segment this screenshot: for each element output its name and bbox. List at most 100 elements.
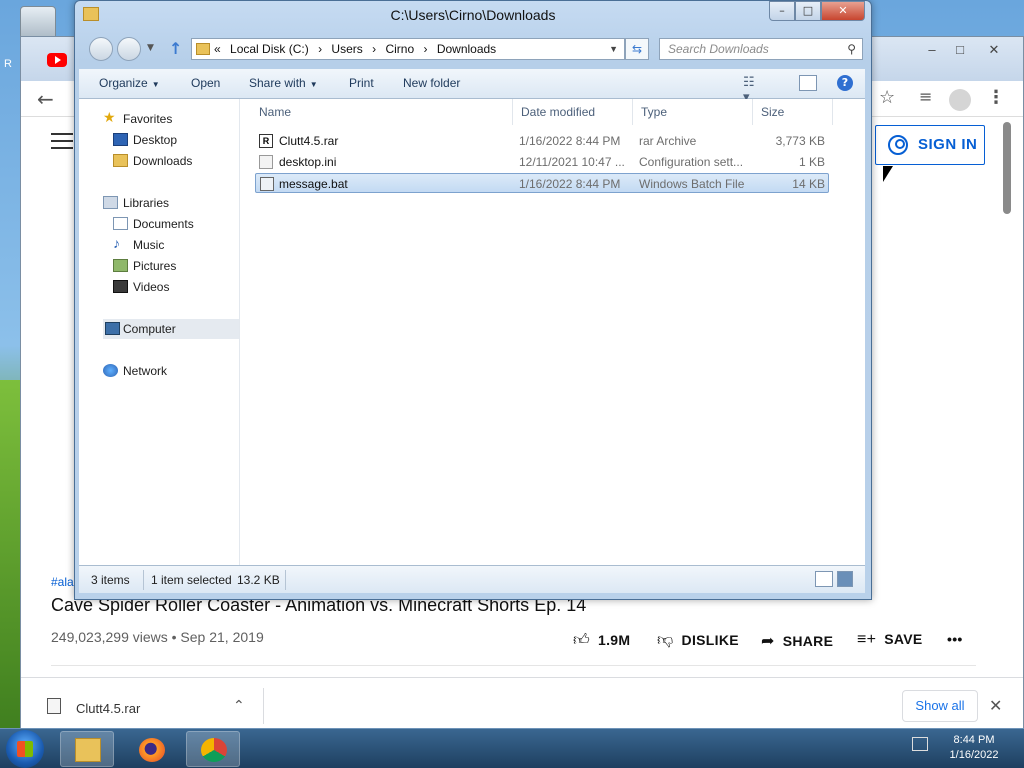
start-button[interactable] [6, 730, 44, 768]
breadcrumb: « Local Disk (C:) › Users › Cirno › Down… [214, 39, 502, 59]
star-icon: ★ [103, 109, 116, 125]
minimize-button[interactable]: – [919, 41, 945, 59]
clock[interactable]: 8:44 PM 1/16/2022 [930, 733, 1018, 763]
breadcrumb-separator[interactable]: › [318, 42, 322, 56]
file-row[interactable]: desktop.ini 12/11/2021 10:47 ... Configu… [255, 152, 829, 172]
taskbar-firefox[interactable] [124, 731, 178, 767]
recycle-bin-icon[interactable] [20, 6, 56, 40]
organize-button[interactable]: Organize ▼ [99, 76, 160, 90]
sign-in-button[interactable]: SIGN IN [875, 125, 985, 165]
like-button[interactable]: 👍︎ 1.9M [573, 631, 630, 650]
share-with-button[interactable]: Share with ▼ [249, 76, 318, 90]
minimize-button[interactable]: – [769, 1, 795, 21]
search-input[interactable]: Search Downloads ⚲ [659, 38, 863, 60]
column-header-name[interactable]: Name [251, 99, 513, 125]
nav-favorites[interactable]: ★ Favorites [103, 109, 173, 126]
taskbar-explorer[interactable] [60, 731, 114, 767]
nav-desktop[interactable]: Desktop [113, 133, 177, 147]
breadcrumb-separator[interactable]: › [372, 42, 376, 56]
download-file-name[interactable]: Clutt4.5.rar [76, 701, 140, 716]
recent-pages-dropdown-icon[interactable]: ▼ [147, 43, 154, 53]
open-button[interactable]: Open [191, 76, 220, 90]
nav-favorites-label: Favorites [123, 112, 173, 126]
close-button[interactable]: ✕ [821, 1, 865, 21]
like-count: 1.9M [598, 632, 631, 648]
column-header-date[interactable]: Date modified [513, 99, 633, 125]
address-bar[interactable]: « Local Disk (C:) › Users › Cirno › Down… [191, 38, 625, 60]
refresh-icon[interactable]: ⇆ [625, 38, 649, 60]
save-button[interactable]: ≡+ SAVE [857, 631, 923, 649]
command-bar: Organize ▼ Open Share with ▼ Print New fol… [79, 69, 865, 105]
nav-pictures-label: Pictures [133, 259, 177, 273]
selection-size: 13.2 KB [237, 573, 280, 587]
chrome-menu-icon[interactable]: ⋮ [987, 87, 1005, 108]
video-hashtag[interactable]: #ala [51, 575, 74, 589]
nav-network-label: Network [123, 364, 168, 378]
libraries-icon [103, 196, 118, 209]
column-header-type[interactable]: Type [633, 99, 753, 125]
back-arrow-icon[interactable]: ← [37, 87, 54, 111]
breadcrumb-users[interactable]: Users [331, 42, 362, 56]
nav-computer-label: Computer [123, 322, 176, 336]
chevron-down-icon[interactable]: ▼ [609, 39, 618, 59]
rar-archive-icon: R [259, 134, 273, 148]
file-row[interactable]: R Clutt4.5.rar 1/16/2022 8:44 PM rar Arc… [255, 131, 829, 151]
breadcrumb-downloads[interactable]: Downloads [437, 42, 496, 56]
print-button[interactable]: Print [349, 76, 374, 90]
help-icon[interactable]: ? [837, 75, 853, 91]
maximize-button[interactable]: □ [947, 41, 973, 59]
youtube-favicon-icon[interactable] [47, 53, 67, 67]
nav-pictures[interactable]: Pictures [113, 259, 177, 273]
nav-documents[interactable]: Documents [113, 217, 194, 231]
breadcrumb-local-disk[interactable]: Local Disk (C:) [230, 42, 309, 56]
breadcrumb-cirno[interactable]: Cirno [385, 42, 414, 56]
page-scrollbar[interactable] [1003, 122, 1011, 214]
large-icons-view-icon[interactable] [837, 571, 853, 587]
divider [263, 688, 264, 724]
close-button[interactable]: ✕ [981, 41, 1007, 59]
search-placeholder: Search Downloads [668, 42, 769, 56]
file-type: Windows Batch File [639, 177, 745, 191]
thumbs-down-icon: 👎︎ [657, 632, 674, 649]
forward-button[interactable] [117, 37, 141, 61]
media-list-icon[interactable]: ≡ [919, 87, 932, 106]
new-folder-button[interactable]: New folder [403, 76, 460, 90]
file-date: 1/16/2022 8:44 PM [519, 134, 621, 148]
view-options-icon[interactable]: ☷ ▾ [743, 75, 761, 105]
bookmark-star-icon[interactable]: ☆ [879, 87, 895, 108]
clock-date: 1/16/2022 [949, 749, 999, 761]
column-header-size[interactable]: Size [753, 99, 833, 125]
nav-libraries[interactable]: Libraries [103, 196, 169, 210]
back-button[interactable] [89, 37, 113, 61]
dislike-label: DISLIKE [681, 632, 739, 648]
nav-videos[interactable]: Videos [113, 280, 169, 294]
network-tray-icon[interactable] [912, 737, 928, 751]
breadcrumb-separator[interactable]: › [423, 42, 427, 56]
taskbar-chrome[interactable] [186, 731, 240, 767]
breadcrumb-overflow[interactable]: « [214, 42, 221, 56]
maximize-button[interactable]: □ [795, 1, 821, 21]
profile-avatar[interactable] [949, 89, 971, 111]
show-all-button[interactable]: Show all [902, 690, 978, 722]
downloads-folder-icon [113, 154, 128, 167]
up-arrow-icon[interactable]: ↑ [169, 39, 182, 58]
dislike-button[interactable]: 👎︎ DISLIKE [657, 631, 739, 650]
account-icon [888, 135, 908, 155]
hamburger-menu-icon[interactable] [51, 133, 73, 149]
nav-computer[interactable]: Computer [103, 319, 239, 339]
nav-downloads[interactable]: Downloads [113, 154, 192, 168]
thumbs-up-icon: 👍︎ [573, 632, 591, 649]
file-type: rar Archive [639, 134, 697, 148]
chevron-up-icon[interactable]: ⌃ [233, 698, 245, 714]
video-film-icon [113, 280, 128, 293]
close-icon[interactable]: ✕ [989, 696, 1002, 715]
nav-music[interactable]: ♪ Music [113, 235, 164, 252]
mouse-cursor [883, 166, 893, 182]
more-actions-button[interactable]: ••• [947, 631, 963, 647]
file-name: desktop.ini [279, 155, 337, 169]
file-row-selected[interactable]: message.bat 1/16/2022 8:44 PM Windows Ba… [255, 173, 829, 193]
preview-pane-icon[interactable] [799, 75, 817, 91]
nav-network[interactable]: Network [103, 364, 168, 378]
details-view-icon[interactable] [815, 571, 833, 587]
share-button[interactable]: ➦ SHARE [761, 631, 833, 651]
